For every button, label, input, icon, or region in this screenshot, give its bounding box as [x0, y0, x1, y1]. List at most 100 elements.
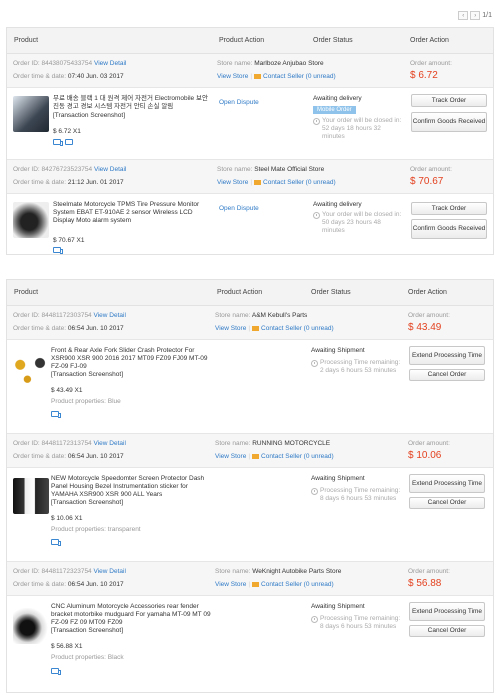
order-amount: $ 10.06: [408, 450, 442, 461]
product-properties-label: Product properties:: [51, 526, 106, 533]
order-row: Order ID: 84481172303754 View Detail Ord…: [7, 306, 493, 434]
order-id-label: Order ID:: [13, 166, 40, 173]
unread-count: (0 unread): [303, 581, 334, 588]
transaction-screenshot-link[interactable]: [Transaction Screenshot]: [53, 112, 125, 119]
confirm-goods-received-button[interactable]: Confirm Goods Received: [411, 112, 487, 132]
view-detail-link[interactable]: View Detail: [94, 60, 126, 67]
transaction-screenshot-link[interactable]: [Transaction Screenshot]: [51, 627, 123, 634]
view-store-link[interactable]: View Store: [215, 581, 246, 588]
transaction-screenshot-link[interactable]: [Transaction Screenshot]: [51, 371, 123, 378]
order-row: Order ID: 84481172323754 View Detail Ord…: [7, 562, 493, 692]
order-header: Order ID: 84481172303754 View Detail Ord…: [7, 306, 493, 340]
order-time-label: Order time & date:: [13, 581, 67, 588]
order-header: Order ID: 84438075433754 View Detail Ord…: [7, 54, 493, 88]
confirm-goods-received-button[interactable]: Confirm Goods Received: [411, 219, 487, 239]
open-dispute-link[interactable]: Open Dispute: [219, 99, 259, 106]
envelope-icon: [252, 453, 260, 459]
order-id: 84481172323754: [41, 568, 92, 575]
contact-seller-link[interactable]: Contact Seller: [263, 179, 304, 186]
processing-countdown: Processing Time remaining: 2 days 6 hour…: [320, 359, 401, 374]
product-title-link[interactable]: 무료 배송 블랙 1 대 원격 제어 자전거 Electromobile 보안 …: [53, 95, 213, 111]
clock-icon: [313, 118, 320, 125]
view-detail-link[interactable]: View Detail: [94, 166, 126, 173]
contact-seller-link[interactable]: Contact Seller: [261, 581, 302, 588]
close-countdown: Your order will be closed in: 52 days 18…: [322, 117, 402, 140]
track-order-button[interactable]: Track Order: [411, 202, 487, 215]
unread-count: (0 unread): [303, 453, 334, 460]
product-title-link[interactable]: CNC Aluminum Motorcycle Accessories rear…: [51, 603, 211, 627]
open-dispute-link[interactable]: Open Dispute: [219, 205, 259, 212]
order-status: Awaiting Shipment Processing Time remain…: [311, 603, 403, 631]
track-order-button[interactable]: Track Order: [411, 94, 487, 107]
view-detail-link[interactable]: View Detail: [94, 440, 126, 447]
view-detail-link[interactable]: View Detail: [94, 312, 126, 319]
order-group-1: Product Product Action Order Status Orde…: [6, 27, 494, 255]
product-title-link[interactable]: Front & Rear Axle Fork Slider Crash Prot…: [51, 347, 211, 371]
view-detail-link[interactable]: View Detail: [94, 568, 126, 575]
order-id-label: Order ID:: [13, 60, 40, 67]
extend-processing-time-button[interactable]: Extend Processing Time: [409, 602, 485, 621]
product-thumbnail[interactable]: [13, 96, 49, 132]
envelope-icon: [254, 179, 262, 185]
envelope-icon: [254, 73, 262, 79]
contact-seller-link[interactable]: Contact Seller: [263, 73, 304, 80]
order-id-label: Order ID:: [13, 440, 40, 447]
col-product-action: Product Action: [217, 289, 263, 296]
page-indicator: 1/1: [482, 12, 492, 19]
col-order-status: Order Status: [313, 37, 353, 44]
cancel-order-button[interactable]: Cancel Order: [409, 625, 485, 637]
order-time-label: Order time & date:: [13, 325, 67, 332]
order-id-label: Order ID:: [13, 312, 40, 319]
order-row: Order ID: 84481172313754 View Detail Ord…: [7, 434, 493, 562]
store-name-label: Store name:: [215, 568, 251, 575]
order-amount: $ 43.49: [408, 322, 442, 333]
truck-icon: [53, 139, 63, 146]
product-thumbnail[interactable]: [13, 354, 49, 390]
order-header: Order ID: 84481172323754 View Detail Ord…: [7, 562, 493, 596]
order-row: Order ID: 84276723523754 View Detail Ord…: [7, 160, 493, 255]
store-name: Steel Mate Official Store: [254, 166, 325, 173]
product-thumbnail[interactable]: [13, 608, 49, 644]
truck-icon: [51, 411, 61, 418]
order-time: 06:54 Jun. 10 2017: [67, 453, 124, 460]
prev-page-button[interactable]: ‹: [458, 11, 469, 20]
order-id: 84438075433754: [41, 60, 93, 67]
col-order-action: Order Action: [408, 289, 447, 296]
table-header: Product Product Action Order Status Orde…: [7, 28, 493, 54]
order-amount: $ 70.67: [410, 176, 444, 187]
order-amount-label: Order amount:: [410, 166, 452, 173]
cancel-order-button[interactable]: Cancel Order: [409, 369, 485, 381]
product-title-link[interactable]: Steelmate Motorcycle TPMS Tire Pressure …: [53, 201, 213, 225]
next-page-button[interactable]: ›: [470, 11, 481, 20]
order-status: Awaiting Shipment Processing Time remain…: [311, 347, 403, 375]
product-thumbnail[interactable]: [13, 202, 49, 238]
truck-icon: [51, 668, 61, 675]
view-store-link[interactable]: View Store: [215, 453, 246, 460]
product-thumbnail[interactable]: [13, 478, 49, 514]
truck-icon: [53, 247, 63, 254]
product-title-link[interactable]: NEW Motorcycle Speedomter Screen Protect…: [51, 475, 211, 499]
unread-count: (0 unread): [305, 179, 336, 186]
card-icon: [65, 139, 73, 145]
order-amount: $ 56.88: [408, 578, 442, 589]
contact-seller-link[interactable]: Contact Seller: [261, 453, 302, 460]
view-store-link[interactable]: View Store: [217, 73, 248, 80]
view-store-link[interactable]: View Store: [215, 325, 246, 332]
order-time-label: Order time & date:: [13, 73, 67, 80]
unread-count: (0 unread): [303, 325, 334, 332]
store-name: WeKnight Autobike Parts Store: [252, 568, 342, 575]
cancel-order-button[interactable]: Cancel Order: [409, 497, 485, 509]
order-status: Awaiting Shipment Processing Time remain…: [311, 475, 403, 503]
extend-processing-time-button[interactable]: Extend Processing Time: [409, 474, 485, 493]
pagination: ‹ › 1/1: [458, 11, 492, 20]
clock-icon: [311, 488, 318, 495]
transaction-screenshot-link[interactable]: [Transaction Screenshot]: [51, 499, 123, 506]
product-price: $ 6.72 X1: [53, 128, 81, 135]
contact-seller-link[interactable]: Contact Seller: [261, 325, 302, 332]
store-name-label: Store name:: [215, 440, 251, 447]
col-order-status: Order Status: [311, 289, 351, 296]
order-time-label: Order time & date:: [13, 179, 67, 186]
extend-processing-time-button[interactable]: Extend Processing Time: [409, 346, 485, 365]
view-store-link[interactable]: View Store: [217, 179, 248, 186]
store-name-label: Store name:: [217, 166, 253, 173]
